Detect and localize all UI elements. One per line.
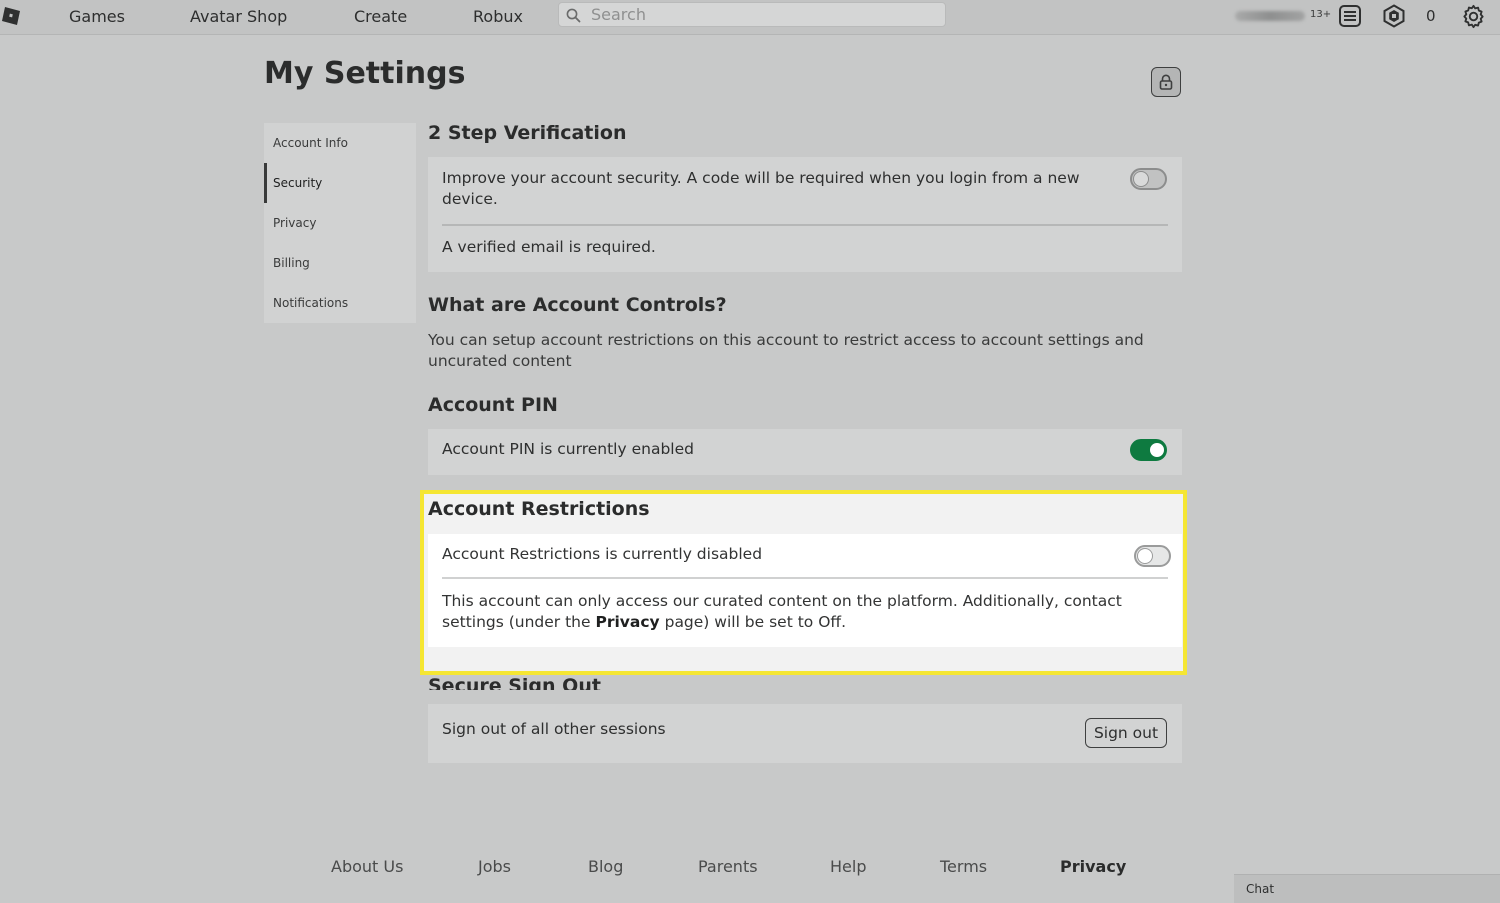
account-pin-status: Account PIN is currently enabled	[442, 440, 694, 458]
secure-sign-out-card: Sign out of all other sessions	[428, 704, 1182, 763]
nav-link-avatar-shop[interactable]: Avatar Shop	[190, 7, 287, 26]
secure-sign-out-heading: Secure Sign Out	[428, 675, 601, 690]
search-input[interactable]	[591, 5, 931, 24]
username-redacted[interactable]	[1235, 11, 1305, 21]
lock-icon	[1159, 74, 1173, 90]
two-step-note: A verified email is required.	[442, 238, 656, 256]
chat-label: Chat	[1246, 882, 1275, 896]
sidebar-item-notifications[interactable]: Notifications	[264, 283, 416, 323]
two-step-heading: 2 Step Verification	[428, 122, 627, 144]
nav-link-games[interactable]: Games	[69, 7, 125, 26]
secure-sign-out-description: Sign out of all other sessions	[442, 720, 666, 738]
search-box	[558, 2, 946, 27]
footer-link-blog[interactable]: Blog	[588, 857, 623, 876]
account-pin-card: Account PIN is currently enabled	[428, 429, 1182, 475]
robux-icon[interactable]	[1382, 4, 1406, 28]
sign-out-button[interactable]: Sign out	[1085, 718, 1167, 748]
account-restrictions-card: Account Restrictions is currently disabl…	[428, 534, 1182, 647]
toggle-knob	[1149, 442, 1165, 458]
divider	[442, 224, 1168, 226]
footer-link-jobs[interactable]: Jobs	[478, 857, 511, 876]
settings-sidebar: Account Info Security Privacy Billing No…	[264, 123, 416, 323]
messages-list-icon[interactable]	[1338, 4, 1362, 28]
restrictions-desc-part2: page) will be set to Off.	[659, 613, 847, 631]
account-controls-heading: What are Account Controls?	[428, 294, 727, 316]
two-step-card: Improve your account security. A code wi…	[428, 157, 1182, 272]
divider	[442, 577, 1168, 579]
account-pin-heading: Account PIN	[428, 394, 558, 416]
toggle-knob	[1137, 548, 1153, 564]
top-navigation-bar: Games Avatar Shop Create Robux 13+ 0	[0, 0, 1500, 35]
sidebar-item-privacy[interactable]: Privacy	[264, 203, 416, 243]
two-step-description: Improve your account security. A code wi…	[442, 169, 1080, 208]
privacy-page-link[interactable]: Privacy	[595, 613, 659, 631]
footer-link-privacy[interactable]: Privacy	[1060, 857, 1126, 876]
chat-bar[interactable]: Chat	[1234, 874, 1500, 903]
nav-link-create[interactable]: Create	[354, 7, 407, 26]
two-step-toggle[interactable]	[1130, 168, 1167, 190]
nav-link-robux[interactable]: Robux	[473, 7, 523, 26]
account-controls-description: You can setup account restrictions on th…	[428, 331, 1144, 370]
footer-link-parents[interactable]: Parents	[698, 857, 758, 876]
footer-link-terms[interactable]: Terms	[940, 857, 987, 876]
account-restrictions-status: Account Restrictions is currently disabl…	[442, 545, 763, 563]
search-icon	[566, 8, 581, 23]
settings-lock-button[interactable]	[1151, 67, 1181, 97]
toggle-knob	[1133, 171, 1149, 187]
age-badge: 13+	[1310, 9, 1332, 20]
footer-link-help[interactable]: Help	[830, 857, 866, 876]
robux-balance: 0	[1426, 7, 1436, 25]
account-restrictions-toggle[interactable]	[1134, 545, 1171, 567]
account-pin-toggle[interactable]	[1130, 439, 1167, 461]
sidebar-item-account-info[interactable]: Account Info	[264, 123, 416, 163]
account-restrictions-highlight: Account Restrictions Account Restriction…	[420, 490, 1187, 675]
sidebar-item-security[interactable]: Security	[264, 163, 416, 203]
sidebar-item-billing[interactable]: Billing	[264, 243, 416, 283]
gear-icon[interactable]	[1461, 4, 1486, 29]
account-restrictions-heading: Account Restrictions	[428, 498, 650, 520]
account-restrictions-description: This account can only access our curated…	[442, 591, 1162, 633]
footer-link-about-us[interactable]: About Us	[331, 857, 403, 876]
roblox-logo-icon[interactable]	[2, 7, 20, 25]
page-title: My Settings	[264, 56, 466, 91]
